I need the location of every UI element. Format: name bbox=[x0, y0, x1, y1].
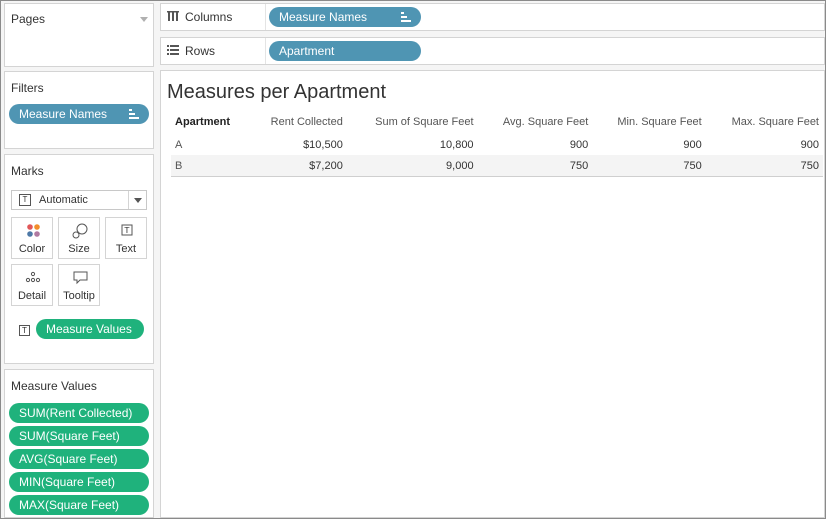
measure-values-card: Measure Values SUM(Rent Collected) SUM(S… bbox=[4, 369, 154, 518]
tooltip-label: Tooltip bbox=[63, 290, 95, 302]
measure-pill-avg-sqft[interactable]: AVG(Square Feet) bbox=[9, 449, 149, 469]
tooltip-icon bbox=[73, 271, 88, 285]
table-cell[interactable]: 10,800 bbox=[347, 134, 478, 155]
header-apartment[interactable]: Apartment bbox=[171, 111, 248, 134]
measure-pill-sum-rent[interactable]: SUM(Rent Collected) bbox=[9, 403, 149, 423]
sort-icon bbox=[129, 109, 139, 119]
filters-title: Filters bbox=[11, 81, 44, 95]
mark-type-label: Automatic bbox=[39, 194, 88, 206]
columns-icon bbox=[167, 10, 181, 24]
color-button[interactable]: Color bbox=[11, 217, 53, 259]
columns-measure-names-pill[interactable]: Measure Names bbox=[269, 7, 421, 27]
table-cell[interactable]: 900 bbox=[706, 134, 823, 155]
text-label: Text bbox=[115, 243, 137, 255]
header-max-square-feet[interactable]: Max. Square Feet bbox=[706, 111, 823, 134]
measure-pill-label: SUM(Square Feet) bbox=[19, 429, 120, 443]
marks-card: Marks T Automatic Color Size T Text Deta… bbox=[4, 154, 154, 364]
table-row[interactable]: A $10,500 10,800 900 900 900 bbox=[171, 134, 823, 155]
row-header-cell[interactable]: A bbox=[171, 134, 248, 155]
header-row: Apartment Rent Collected Sum of Square F… bbox=[171, 111, 823, 134]
table-cell[interactable]: 750 bbox=[705, 155, 823, 177]
row-header-cell[interactable]: B bbox=[171, 155, 249, 177]
color-icon bbox=[27, 224, 40, 237]
marks-pill-label: Measure Values bbox=[46, 322, 132, 336]
detail-icon bbox=[25, 271, 41, 283]
text-mark-icon: T bbox=[19, 194, 31, 206]
worksheet-view[interactable]: Measures per Apartment Apartment Rent Co… bbox=[160, 70, 825, 518]
mark-type-dropdown[interactable]: T Automatic bbox=[11, 190, 147, 210]
measure-pill-label: MAX(Square Feet) bbox=[19, 498, 120, 512]
measure-values-title: Measure Values bbox=[11, 379, 97, 393]
detail-label: Detail bbox=[17, 290, 47, 302]
rows-divider bbox=[265, 38, 266, 64]
worksheet-title: Measures per Apartment bbox=[167, 81, 386, 103]
rows-shelf[interactable]: Rows Apartment bbox=[160, 37, 825, 65]
svg-text:T: T bbox=[124, 226, 130, 235]
marks-title: Marks bbox=[11, 164, 44, 178]
mark-type-divider bbox=[128, 191, 129, 209]
measure-pill-label: MIN(Square Feet) bbox=[19, 475, 116, 489]
rows-apartment-pill[interactable]: Apartment bbox=[269, 41, 421, 61]
filters-card: Filters Measure Names bbox=[4, 71, 154, 149]
table-cell[interactable]: $10,500 bbox=[248, 134, 346, 155]
columns-label-wrap: Columns bbox=[167, 10, 232, 24]
columns-label: Columns bbox=[185, 10, 233, 24]
measure-pill-label: AVG(Square Feet) bbox=[19, 452, 118, 466]
table-cell[interactable]: 9,000 bbox=[346, 155, 478, 177]
measure-pill-min-sqft[interactable]: MIN(Square Feet) bbox=[9, 472, 149, 492]
header-sum-square-feet[interactable]: Sum of Square Feet bbox=[347, 111, 478, 134]
columns-divider bbox=[265, 4, 266, 30]
measure-pill-label: SUM(Rent Collected) bbox=[19, 406, 133, 420]
pages-title: Pages bbox=[11, 12, 46, 26]
size-button[interactable]: Size bbox=[58, 217, 100, 259]
text-icon: T bbox=[121, 224, 133, 236]
marks-measure-values-pill[interactable]: Measure Values bbox=[36, 319, 144, 339]
text-encoding-icon: T bbox=[19, 325, 30, 336]
filter-measure-names-pill[interactable]: Measure Names bbox=[9, 104, 149, 124]
measure-pill-max-sqft[interactable]: MAX(Square Feet) bbox=[9, 495, 149, 515]
header-min-square-feet[interactable]: Min. Square Feet bbox=[592, 111, 705, 134]
header-avg-square-feet[interactable]: Avg. Square Feet bbox=[478, 111, 593, 134]
chevron-down-icon bbox=[134, 198, 142, 203]
table-cell[interactable]: 900 bbox=[478, 134, 593, 155]
filter-pill-label: Measure Names bbox=[19, 107, 108, 121]
text-button[interactable]: T Text bbox=[105, 217, 147, 259]
size-label: Size bbox=[68, 243, 90, 255]
rows-pill-label: Apartment bbox=[279, 44, 335, 58]
columns-pill-label: Measure Names bbox=[279, 10, 368, 24]
table-cell[interactable]: 900 bbox=[592, 134, 705, 155]
columns-shelf[interactable]: Columns Measure Names bbox=[160, 3, 825, 31]
crosstab-table: Apartment Rent Collected Sum of Square F… bbox=[171, 111, 823, 177]
pages-card: Pages bbox=[4, 3, 154, 67]
measure-pill-sum-sqft[interactable]: SUM(Square Feet) bbox=[9, 426, 149, 446]
table-cell[interactable]: 750 bbox=[592, 155, 706, 177]
sort-icon bbox=[401, 12, 411, 22]
table-cell[interactable]: 750 bbox=[477, 155, 593, 177]
pages-dropdown-icon[interactable] bbox=[140, 17, 148, 22]
tooltip-button[interactable]: Tooltip bbox=[58, 264, 100, 306]
rows-label: Rows bbox=[185, 44, 216, 58]
table-row[interactable]: B $7,200 9,000 750 750 750 bbox=[171, 155, 823, 177]
tableau-window: Pages Columns Measure Names Rows Apartme… bbox=[0, 0, 826, 519]
rows-label-wrap: Rows bbox=[167, 44, 215, 58]
color-label: Color bbox=[18, 243, 46, 255]
detail-button[interactable]: Detail bbox=[11, 264, 53, 306]
rows-icon bbox=[167, 44, 181, 58]
size-icon bbox=[72, 223, 88, 239]
header-rent-collected[interactable]: Rent Collected bbox=[248, 111, 346, 134]
table-cell[interactable]: $7,200 bbox=[248, 155, 347, 177]
